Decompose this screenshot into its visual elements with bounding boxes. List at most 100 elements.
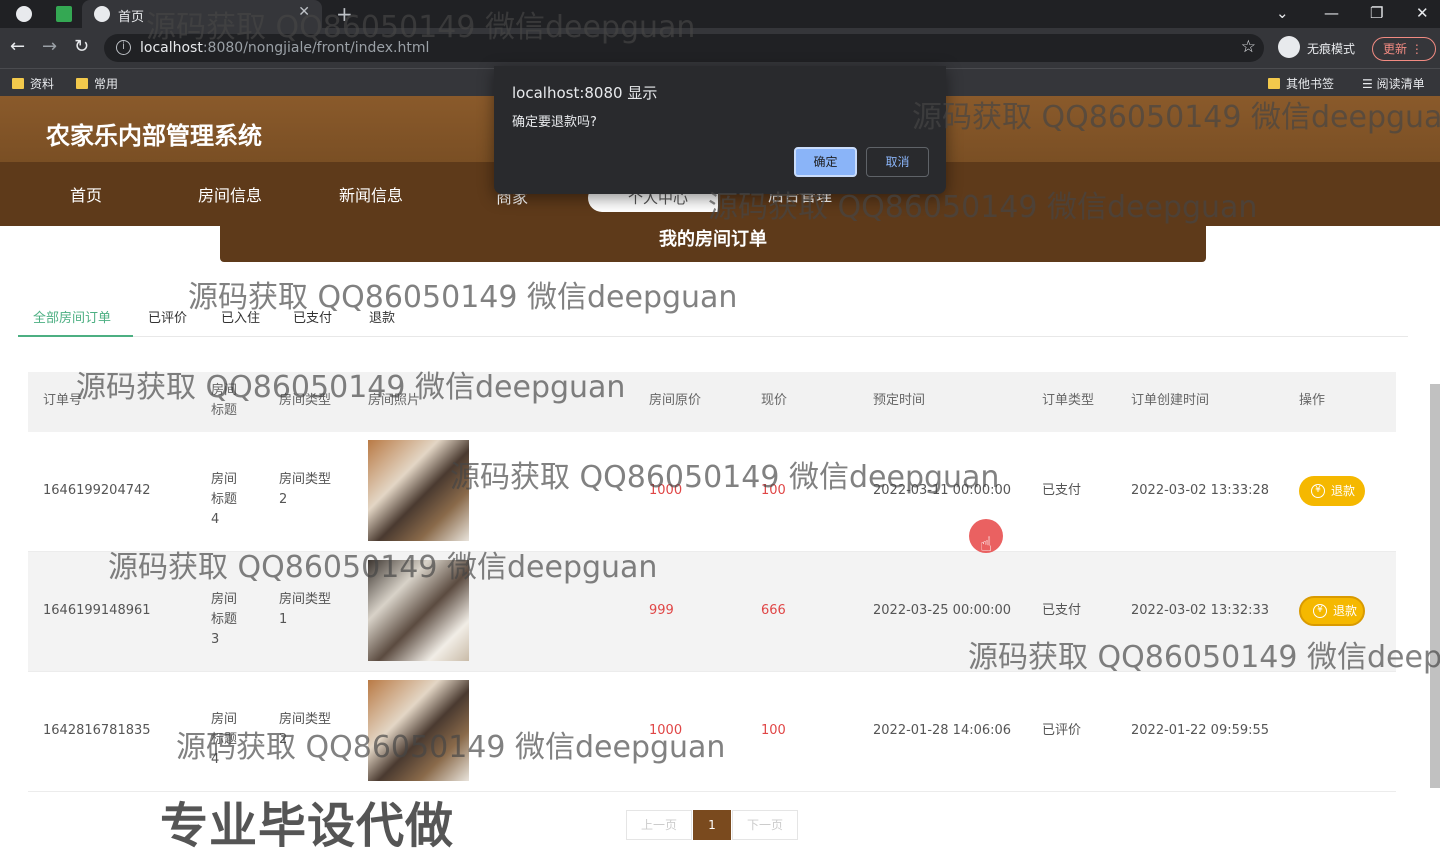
room-photo — [368, 680, 469, 781]
new-tab-icon[interactable]: + — [336, 2, 353, 26]
incognito-label: 无痕模式 — [1307, 42, 1356, 56]
refund-button[interactable]: ¥ 退款 — [1299, 596, 1365, 626]
col-action: 操作 — [1299, 393, 1326, 408]
room-photo — [368, 560, 469, 661]
table-row: 1646199148961 房间标题3 房间类型1 999 666 2022-0… — [28, 552, 1396, 672]
yen-icon: ¥ — [1313, 604, 1327, 618]
created-time: 2022-01-22 09:59:55 — [1131, 723, 1270, 738]
forward-icon[interactable]: → — [42, 36, 57, 57]
room-photo — [368, 440, 469, 541]
tab-home[interactable]: 首页 ✕ — [82, 0, 322, 28]
scrollbar[interactable] — [1430, 384, 1440, 788]
cancel-button[interactable]: 取消 — [866, 147, 929, 177]
order-status: 已评价 — [1042, 723, 1082, 738]
info-icon[interactable]: i — [116, 40, 131, 55]
tab-title: 首页 — [118, 10, 145, 25]
ok-button[interactable]: 确定 — [794, 147, 857, 177]
update-button[interactable]: 更新 ⋮ — [1372, 37, 1436, 61]
next-page-button[interactable]: 下一页 — [732, 810, 798, 840]
incognito-icon[interactable] — [1278, 36, 1300, 58]
url-host: localhost — [140, 40, 203, 56]
order-tabs: 全部房间订单 已评价 已入住 已支付 退款 — [18, 300, 1408, 337]
bookmark-label: 其他书签 — [1286, 77, 1335, 91]
tab-checked-in[interactable]: 已入住 — [221, 307, 260, 326]
reload-icon[interactable]: ↻ — [74, 36, 89, 57]
orig-price: 999 — [649, 603, 674, 618]
reading-list[interactable]: ☰ 阅读清单 — [1362, 75, 1425, 92]
col-book-time: 预定时间 — [873, 393, 926, 408]
close-icon[interactable]: ✕ — [298, 4, 310, 20]
room-title: 房间标题4 — [211, 472, 238, 527]
tab-paid[interactable]: 已支付 — [293, 307, 332, 326]
room-type: 房间类型2 — [279, 712, 332, 747]
globe-icon — [94, 6, 110, 22]
col-created: 订单创建时间 — [1131, 393, 1210, 408]
hand-cursor-icon: ☝ — [980, 532, 993, 556]
window-close-icon[interactable]: ✕ — [1416, 4, 1429, 22]
col-type: 房间类型 — [279, 393, 332, 408]
room-title: 房间标题3 — [211, 592, 238, 647]
book-time: 2022-03-11 00:00:00 — [873, 483, 1012, 498]
bookmark-folder-ziliao[interactable]: 资料 — [12, 75, 54, 92]
update-label: 更新 — [1383, 42, 1408, 56]
address-bar: ← → ↻ i localhost:8080/nongjiale/front/i… — [0, 28, 1440, 68]
room-title: 房间标题4 — [211, 712, 238, 767]
col-status: 订单类型 — [1042, 393, 1095, 408]
table-row: 1642816781835 房间标题4 房间类型2 1000 100 2022-… — [28, 672, 1396, 792]
yen-icon: ¥ — [1311, 484, 1325, 498]
tab-reviewed[interactable]: 已评价 — [148, 307, 187, 326]
created-time: 2022-03-02 13:32:33 — [1131, 603, 1270, 618]
bookmark-label: 资料 — [30, 77, 55, 91]
col-orig-price: 房间原价 — [649, 393, 702, 408]
order-no: 1646199204742 — [43, 483, 151, 498]
created-time: 2022-03-02 13:33:28 — [1131, 483, 1270, 498]
col-price: 现价 — [761, 393, 788, 408]
bookmark-folder-changyong[interactable]: 常用 — [76, 75, 118, 92]
orig-price: 1000 — [649, 483, 683, 498]
refund-label: 退款 — [1331, 484, 1356, 498]
refund-button[interactable]: ¥ 退款 — [1299, 476, 1365, 506]
tab-all-orders[interactable]: 全部房间订单 — [33, 307, 111, 326]
folder-icon — [76, 78, 88, 89]
col-order-no: 订单号 — [43, 393, 83, 408]
table-header: 订单号 房间标题 房间类型 房间照片 房间原价 现价 预定时间 订单类型 订单创… — [28, 372, 1396, 432]
order-status: 已支付 — [1042, 483, 1082, 498]
url-input[interactable]: i localhost:8080/nongjiale/front/index.h… — [104, 34, 1264, 62]
minimize-icon[interactable]: — — [1324, 4, 1339, 22]
browser-menu-icon[interactable] — [16, 6, 32, 22]
nav-home[interactable]: 首页 — [70, 182, 102, 206]
order-no: 1642816781835 — [43, 723, 151, 738]
orders-table: 订单号 房间标题 房间类型 房间照片 房间原价 现价 预定时间 订单类型 订单创… — [28, 372, 1396, 792]
room-type: 房间类型1 — [279, 592, 332, 627]
current-price: 666 — [761, 603, 786, 618]
refund-label: 退款 — [1333, 604, 1358, 618]
bookmark-star-icon[interactable]: ☆ — [1241, 37, 1256, 57]
table-row: 1646199204742 房间标题4 房间类型2 1000 100 2022-… — [28, 432, 1396, 552]
bookmark-other[interactable]: 其他书签 — [1268, 75, 1334, 92]
folder-icon — [12, 78, 24, 89]
tab-refund[interactable]: 退款 — [369, 307, 395, 326]
dialog-message: 确定要退款吗? — [512, 115, 597, 130]
current-price: 100 — [761, 483, 786, 498]
prev-page-button[interactable]: 上一页 — [626, 810, 692, 840]
page-1-button[interactable]: 1 — [693, 810, 731, 840]
sheets-tab-icon[interactable] — [56, 6, 72, 22]
room-type: 房间类型2 — [279, 472, 332, 507]
url-path: :8080/nongjiale/front/index.html — [202, 40, 430, 56]
active-tab-indicator — [18, 335, 133, 337]
book-time: 2022-03-25 00:00:00 — [873, 603, 1012, 618]
folder-icon — [1268, 78, 1280, 89]
back-icon[interactable]: ← — [10, 36, 25, 57]
book-time: 2022-01-28 14:06:06 — [873, 723, 1012, 738]
nav-news[interactable]: 新闻信息 — [339, 182, 403, 206]
tab-search-icon[interactable]: ⌄ — [1276, 4, 1289, 22]
nav-rooms[interactable]: 房间信息 — [198, 182, 262, 206]
site-title: 农家乐内部管理系统 — [46, 122, 262, 150]
order-no: 1646199148961 — [43, 603, 151, 618]
col-title: 房间标题 — [211, 383, 238, 418]
bookmark-label: 常用 — [94, 77, 119, 91]
orig-price: 1000 — [649, 723, 683, 738]
dialog-title: localhost:8080 显示 — [512, 84, 658, 102]
page-title: 我的房间订单 — [220, 222, 1206, 262]
restore-icon[interactable]: ❐ — [1370, 4, 1383, 22]
